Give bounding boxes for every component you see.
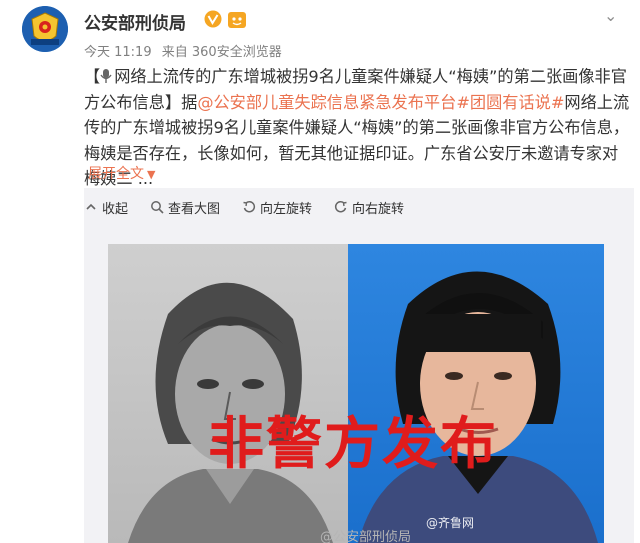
photo-portrait xyxy=(348,244,604,543)
expand-full-text-link[interactable]: 展开全文 ▼ xyxy=(88,163,155,183)
author-name[interactable]: 公安部刑侦局 xyxy=(84,9,186,34)
rotate-right-button[interactable]: 向右旋转 xyxy=(334,198,404,217)
magnifier-icon xyxy=(151,201,164,214)
according-label: 据 xyxy=(181,92,198,112)
sketch-portrait xyxy=(108,244,348,543)
rotate-left-label: 向左旋转 xyxy=(260,201,313,217)
author-avatar[interactable] xyxy=(22,6,68,52)
not-police-released-stamp: 非警方发布 xyxy=(208,411,498,477)
bracket-open: 【 xyxy=(84,67,101,86)
post-image[interactable]: 非警方发布 @齐鲁网 xyxy=(108,244,604,543)
rotate-left-button[interactable]: 向左旋转 xyxy=(242,198,312,217)
police-badge-icon xyxy=(22,6,68,52)
image-toolbar: 收起 查看大图 向左旋转 向右旋转 xyxy=(84,188,634,226)
source-watermark: @齐鲁网 xyxy=(426,516,475,530)
hashtag-link[interactable]: #团圆有话说# xyxy=(456,93,564,112)
microphone-icon xyxy=(100,69,112,83)
view-large-button[interactable]: 查看大图 xyxy=(150,198,220,217)
mention-link[interactable]: @公安部儿童失踪信息紧急发布平台 xyxy=(197,93,456,112)
weibo-post: 公安部刑侦局 ⌄ 今天 11:19 来自 360安全浏览器 【网络上流传的广东增… xyxy=(0,0,640,543)
chevron-down-icon: ▼ xyxy=(147,168,156,181)
collapse-icon xyxy=(86,203,96,210)
member-crown-icon[interactable] xyxy=(228,12,246,28)
collapse-button[interactable]: 收起 xyxy=(84,198,128,217)
expand-label: 展开全文 xyxy=(88,166,144,182)
rotate-right-label: 向右旋转 xyxy=(352,201,405,217)
more-options-icon[interactable]: ⌄ xyxy=(604,6,617,25)
rotate-right-icon xyxy=(334,200,347,213)
view-large-label: 查看大图 xyxy=(168,201,221,217)
post-meta: 今天 11:19 来自 360安全浏览器 xyxy=(84,41,288,60)
author-watermark: @公安部刑侦局 xyxy=(320,530,412,543)
verified-badge-icon xyxy=(204,10,222,28)
rotate-left-icon xyxy=(243,200,256,213)
post-source: 来自 360安全浏览器 xyxy=(161,45,282,60)
post-time[interactable]: 今天 11:19 xyxy=(84,45,152,60)
post-text: 【网络上流传的广东增城被拐9名儿童案件嫌疑人“梅姨”的第二张画像非官方公布信息】… xyxy=(84,64,632,192)
collapse-label: 收起 xyxy=(102,201,129,217)
media-panel: 收起 查看大图 向左旋转 向右旋转 非警方发布 @齐鲁网 xyxy=(84,188,634,543)
